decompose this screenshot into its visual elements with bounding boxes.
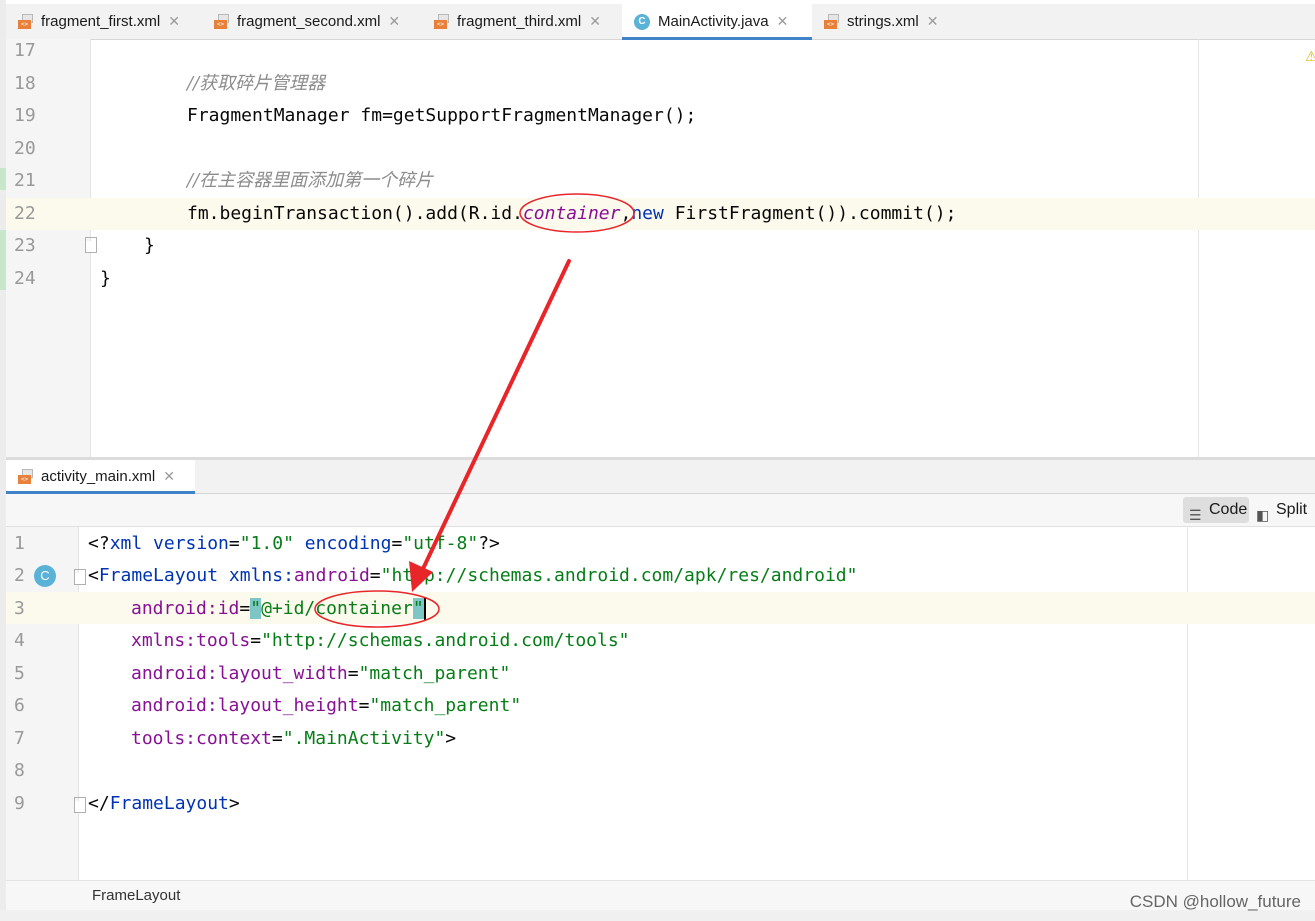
xml-file-icon: <> bbox=[434, 14, 450, 29]
close-icon[interactable]: ✕ bbox=[589, 13, 601, 30]
watermark-text: CSDN @hollow_future bbox=[1129, 892, 1301, 911]
split-view-icon: ◧ bbox=[1256, 507, 1270, 523]
line-number: 19 bbox=[14, 105, 36, 126]
xml-line-5: android:layout_width="match_parent" bbox=[131, 663, 511, 684]
xml-line-2: <FrameLayout xmlns:android="http://schem… bbox=[88, 565, 858, 586]
line-number: 1 bbox=[14, 533, 25, 554]
line-number: 9 bbox=[14, 793, 25, 814]
code-mode-button[interactable]: ☰ Code bbox=[1183, 497, 1249, 523]
tab-fragment-third[interactable]: <> fragment_third.xml ✕ bbox=[422, 4, 622, 39]
xml-line-1: <?xml version="1.0" encoding="utf-8"?> bbox=[88, 533, 500, 554]
line-number: 21 bbox=[14, 170, 36, 191]
tab-label: activity_main.xml bbox=[41, 468, 156, 485]
xml-line-3: android:id="@+id/container" bbox=[131, 598, 426, 620]
close-icon[interactable]: ✕ bbox=[388, 13, 400, 30]
xml-editor[interactable]: 1 2 3 4 5 6 7 8 9 C <?xml version="1.0" … bbox=[6, 528, 1315, 880]
line-number: 5 bbox=[14, 663, 25, 684]
line-number: 23 bbox=[14, 235, 36, 256]
xml-line-7: tools:context=".MainActivity"> bbox=[131, 728, 457, 749]
tab-main-activity[interactable]: C MainActivity.java ✕ bbox=[622, 4, 812, 40]
line-number: 18 bbox=[14, 73, 36, 94]
line-number: 7 bbox=[14, 728, 25, 749]
tab-activity-main[interactable]: <> activity_main.xml ✕ bbox=[6, 460, 195, 494]
java-class-icon: C bbox=[634, 13, 650, 30]
line-number: 17 bbox=[14, 40, 36, 61]
line-number: 4 bbox=[14, 630, 25, 651]
xml-file-icon: <> bbox=[824, 14, 840, 29]
tab-fragment-second[interactable]: <> fragment_second.xml ✕ bbox=[202, 4, 422, 39]
code-line-23: } bbox=[144, 235, 155, 256]
tab-label: MainActivity.java bbox=[658, 13, 769, 30]
bottom-status-strip bbox=[0, 910, 1315, 921]
text-cursor bbox=[423, 598, 426, 620]
tab-label: strings.xml bbox=[847, 13, 919, 30]
line-number: 6 bbox=[14, 695, 25, 716]
editor-mode-toolbar: ☰ Code ◧ Split bbox=[6, 494, 1315, 527]
line-number: 24 bbox=[14, 268, 36, 289]
xml-line-6: android:layout_height="match_parent" bbox=[131, 695, 522, 716]
code-view-icon: ☰ bbox=[1189, 507, 1202, 523]
tab-strings[interactable]: <> strings.xml ✕ bbox=[812, 4, 952, 39]
class-gutter-icon[interactable]: C bbox=[34, 565, 56, 587]
fold-marker-icon[interactable] bbox=[85, 237, 97, 253]
bottom-editor-tab-bar: <> activity_main.xml ✕ bbox=[6, 460, 1315, 494]
close-icon[interactable]: ✕ bbox=[168, 13, 180, 30]
breadcrumb[interactable]: FrameLayout bbox=[6, 880, 1315, 911]
line-number: 8 bbox=[14, 760, 25, 781]
line-number: 22 bbox=[14, 203, 36, 224]
tab-fragment-first[interactable]: <> fragment_first.xml ✕ bbox=[6, 4, 202, 39]
code-line-18: //获取碎片管理器 bbox=[187, 73, 326, 94]
xml-file-icon: <> bbox=[18, 14, 34, 29]
tab-label: fragment_first.xml bbox=[41, 13, 161, 30]
tab-label: fragment_second.xml bbox=[237, 13, 381, 30]
xml-line-4: xmlns:tools="http://schemas.android.com/… bbox=[131, 630, 630, 651]
code-line-22: fm.beginTransaction().add(R.id.container… bbox=[187, 203, 957, 224]
line-number: 3 bbox=[14, 598, 25, 619]
xml-file-icon: <> bbox=[18, 469, 34, 484]
tab-label: fragment_third.xml bbox=[457, 13, 582, 30]
code-line-24: } bbox=[100, 268, 111, 289]
code-line-19: FragmentManager fm=getSupportFragmentMan… bbox=[187, 105, 697, 126]
code-line-21: //在主容器里面添加第一个碎片 bbox=[187, 170, 434, 191]
close-icon[interactable]: ✕ bbox=[777, 13, 789, 30]
split-mode-button[interactable]: ◧ Split bbox=[1250, 497, 1315, 523]
java-editor[interactable]: 17 18 19 20 21 22 23 24 //获取碎片管理器 Fragme… bbox=[6, 35, 1315, 455]
close-icon[interactable]: ✕ bbox=[927, 13, 939, 30]
line-number: 20 bbox=[14, 138, 36, 159]
fold-marker-icon[interactable] bbox=[74, 569, 86, 585]
close-icon[interactable]: ✕ bbox=[163, 468, 175, 485]
xml-file-icon: <> bbox=[214, 14, 230, 29]
fold-marker-icon[interactable] bbox=[74, 797, 86, 813]
xml-line-9: </FrameLayout> bbox=[88, 793, 240, 814]
